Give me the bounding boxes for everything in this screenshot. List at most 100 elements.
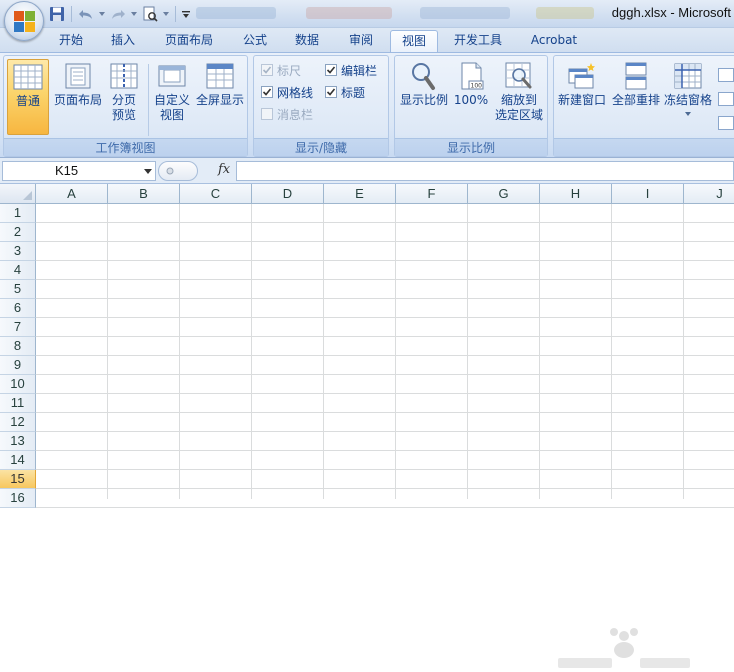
headings-checkbox[interactable]: 标题 <box>325 83 365 101</box>
row-header[interactable]: 5 <box>0 280 36 299</box>
tab-developer[interactable]: 开发工具 <box>446 30 510 52</box>
formula-bar-checkbox[interactable]: 编辑栏 <box>325 61 377 79</box>
ruler-checkbox[interactable]: 标尺 <box>261 61 301 79</box>
row-gridline <box>36 298 734 299</box>
name-box-dropdown-icon[interactable] <box>144 169 152 174</box>
zoom-to-selection-button[interactable]: 缩放到 选定区域 <box>492 59 546 135</box>
column-gridline <box>107 204 108 499</box>
redo-icon[interactable] <box>109 5 127 23</box>
formula-input[interactable] <box>236 161 734 181</box>
tab-home[interactable]: 开始 <box>48 30 94 52</box>
full-screen-icon <box>206 63 234 89</box>
row-header[interactable]: 13 <box>0 432 36 451</box>
message-bar-checkbox[interactable]: 消息栏 <box>261 105 313 123</box>
row-header[interactable]: 9 <box>0 356 36 375</box>
row-header[interactable]: 8 <box>0 337 36 356</box>
group-workbook-views: 普通 页面布局 分页 预览 自定义 视图 全屏显示 工作簿视图 <box>3 55 248 157</box>
title-bar: dggh.xlsx - Microsoft <box>0 0 734 28</box>
formula-bar-pill <box>158 161 198 181</box>
column-gridline <box>683 204 684 499</box>
redo-dropdown-icon[interactable] <box>130 5 138 23</box>
new-window-label: 新建窗口 <box>557 93 606 107</box>
ribbon-tabs: 开始 插入 页面布局 公式 数据 审阅 视图 开发工具 Acrobat <box>0 28 734 52</box>
full-screen-button[interactable]: 全屏显示 <box>194 59 246 135</box>
row-header[interactable]: 14 <box>0 451 36 470</box>
page-break-preview-button[interactable]: 分页 预览 <box>106 59 142 135</box>
row-header[interactable]: 12 <box>0 413 36 432</box>
hide-button[interactable] <box>718 92 734 106</box>
undo-icon[interactable] <box>77 5 95 23</box>
row-header[interactable]: 7 <box>0 318 36 337</box>
window-title: dggh.xlsx - Microsoft <box>611 5 731 20</box>
customize-qat-icon[interactable] <box>181 5 191 23</box>
row-gridline <box>36 336 734 337</box>
zoom-label: 显示比例 <box>399 93 448 107</box>
column-header[interactable]: E <box>324 184 396 204</box>
tab-formulas[interactable]: 公式 <box>232 30 278 52</box>
row-header[interactable]: 15 <box>0 470 36 489</box>
page-break-preview-icon <box>110 63 138 89</box>
tab-data[interactable]: 数据 <box>284 30 330 52</box>
column-gridline <box>323 204 324 499</box>
column-header[interactable]: I <box>612 184 684 204</box>
column-header[interactable]: A <box>36 184 108 204</box>
zoom-button[interactable]: 显示比例 <box>398 59 450 135</box>
column-header[interactable]: D <box>252 184 324 204</box>
worksheet-grid[interactable]: ABCDEFGHIJ 1 2 3 4 5 6 7 8 9 10 11 12 13 14 15 16 <box>0 184 734 668</box>
group-window: 新建窗口 全部重排 冻结窗格 <box>553 55 734 157</box>
new-window-button[interactable]: 新建窗口 <box>556 59 608 135</box>
column-header[interactable]: B <box>108 184 180 204</box>
column-header[interactable]: H <box>540 184 612 204</box>
page-layout-view-button[interactable]: 页面布局 <box>52 59 104 135</box>
column-header[interactable]: C <box>180 184 252 204</box>
column-header[interactable]: G <box>468 184 540 204</box>
row-gridline <box>36 488 734 489</box>
row-header[interactable]: 11 <box>0 394 36 413</box>
row-header[interactable]: 3 <box>0 242 36 261</box>
svg-text:100: 100 <box>471 83 483 90</box>
tab-view[interactable]: 视图 <box>390 30 438 52</box>
formula-bar-checkbox-box <box>325 64 337 76</box>
gridlines-checkbox[interactable]: 网格线 <box>261 83 313 101</box>
undo-dropdown-icon[interactable] <box>98 5 106 23</box>
row-header[interactable]: 2 <box>0 223 36 242</box>
page-layout-view-label: 页面布局 <box>53 93 102 107</box>
split-button[interactable] <box>718 68 734 82</box>
unhide-button[interactable] <box>718 116 734 130</box>
column-gridline <box>251 204 252 499</box>
custom-views-button[interactable]: 自定义 视图 <box>152 59 192 135</box>
office-button[interactable] <box>4 1 44 41</box>
message-bar-label: 消息栏 <box>277 107 314 122</box>
freeze-panes-dropdown-icon <box>685 112 691 116</box>
row-header[interactable]: 10 <box>0 375 36 394</box>
row-gridline <box>36 412 734 413</box>
select-all-button[interactable] <box>0 184 36 204</box>
freeze-panes-button[interactable]: 冻结窗格 <box>662 59 714 135</box>
tab-page-layout[interactable]: 页面布局 <box>154 30 224 52</box>
column-gridline <box>395 204 396 499</box>
blurred-taskbar-item <box>196 7 276 19</box>
arrange-all-button[interactable]: 全部重排 <box>610 59 662 135</box>
zoom-100-button[interactable]: 100 100% <box>452 59 490 135</box>
row-gridline <box>36 279 734 280</box>
tab-review[interactable]: 审阅 <box>338 30 384 52</box>
row-header[interactable]: 1 <box>0 204 36 223</box>
insert-function-button[interactable]: fx <box>218 162 230 177</box>
tab-insert[interactable]: 插入 <box>100 30 146 52</box>
print-preview-dropdown-icon[interactable] <box>162 5 170 23</box>
normal-view-button[interactable]: 普通 <box>7 59 49 135</box>
column-header[interactable]: J <box>684 184 734 204</box>
group-label-show-hide: 显示/隐藏 <box>254 138 388 156</box>
name-box[interactable]: K15 <box>2 161 156 181</box>
column-header[interactable]: F <box>396 184 468 204</box>
row-header[interactable]: 4 <box>0 261 36 280</box>
group-label-zoom: 显示比例 <box>395 138 547 156</box>
print-preview-icon[interactable] <box>141 5 159 23</box>
row-header[interactable]: 6 <box>0 299 36 318</box>
save-icon[interactable] <box>48 5 66 23</box>
quick-access-toolbar <box>48 4 191 24</box>
page-break-preview-label-1: 分页 <box>111 93 136 107</box>
tab-acrobat[interactable]: Acrobat <box>522 30 586 52</box>
baidu-watermark-logo <box>558 628 690 668</box>
freeze-panes-label: 冻结窗格 <box>663 93 712 107</box>
